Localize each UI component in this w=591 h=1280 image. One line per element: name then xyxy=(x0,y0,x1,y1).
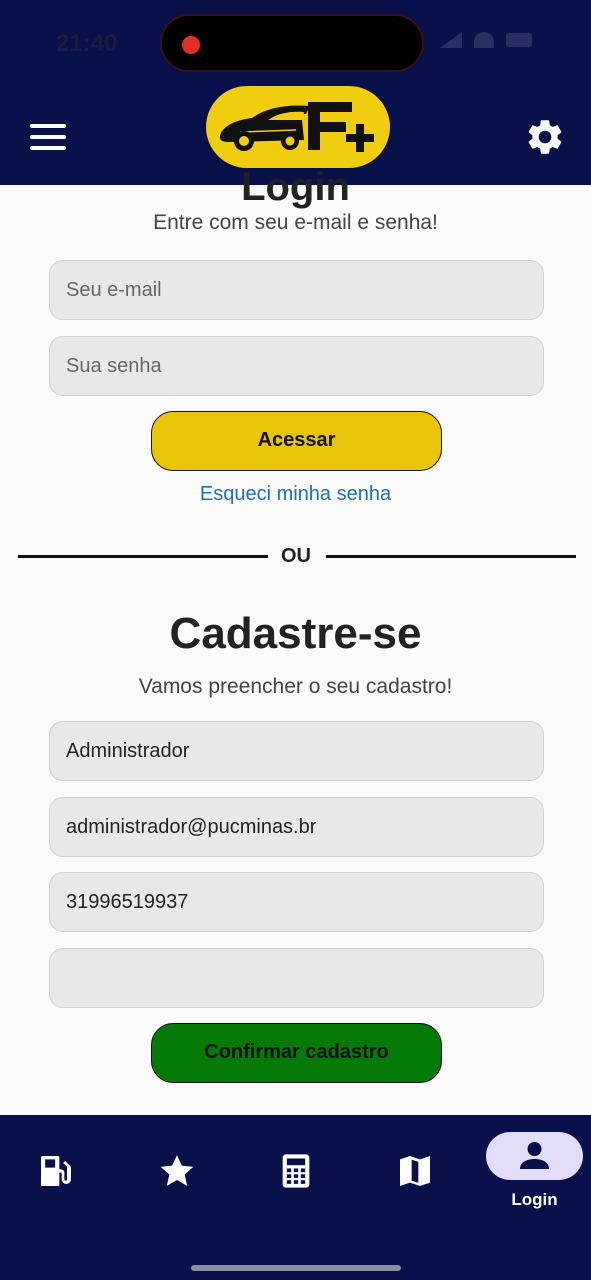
register-password-input[interactable] xyxy=(49,948,544,1008)
divider-right xyxy=(326,555,576,558)
status-bar: 21:40 xyxy=(0,0,591,90)
login-submit-button[interactable]: Acessar xyxy=(151,411,442,471)
nav-calculator[interactable] xyxy=(276,1151,336,1191)
car-logo-icon xyxy=(219,102,374,152)
login-subtitle: Entre com seu e-mail e senha! xyxy=(153,211,438,234)
register-title: Cadastre-se xyxy=(169,609,422,658)
recording-indicator-icon xyxy=(182,36,200,54)
nav-map[interactable] xyxy=(395,1151,455,1191)
bottom-nav: Login xyxy=(0,1115,591,1280)
person-icon xyxy=(520,1142,549,1169)
dynamic-island xyxy=(160,14,424,72)
divider-label: OU xyxy=(281,545,311,567)
status-icons xyxy=(440,32,532,48)
login-password-input[interactable] xyxy=(49,336,544,396)
status-time: 21:40 xyxy=(56,30,118,57)
settings-gear-icon[interactable] xyxy=(524,116,566,158)
nav-fuel[interactable] xyxy=(36,1151,96,1191)
battery-icon xyxy=(506,33,532,47)
map-icon xyxy=(400,1156,430,1186)
home-indicator[interactable] xyxy=(191,1265,401,1271)
app-logo xyxy=(206,86,390,168)
nav-favorites[interactable] xyxy=(157,1151,217,1191)
register-phone-input[interactable] xyxy=(49,872,544,932)
register-submit-button[interactable]: Confirmar cadastro xyxy=(151,1023,442,1083)
nav-login[interactable] xyxy=(486,1132,583,1180)
register-subtitle: Vamos preencher o seu cadastro! xyxy=(138,675,453,698)
nav-login-label: Login xyxy=(511,1190,558,1209)
register-email-input[interactable] xyxy=(49,797,544,857)
scroll-content[interactable]: Login Entre com seu e-mail e senha! Aces… xyxy=(0,165,591,1115)
wifi-icon xyxy=(474,32,494,48)
menu-button[interactable] xyxy=(30,122,68,152)
login-title: Login xyxy=(241,165,350,209)
app-header: 21:40 xyxy=(0,0,591,185)
calculator-icon xyxy=(282,1154,310,1188)
star-icon xyxy=(160,1155,194,1186)
login-email-input[interactable] xyxy=(49,260,544,320)
fuel-pump-icon xyxy=(41,1156,71,1186)
forgot-password-link[interactable]: Esqueci minha senha xyxy=(0,483,591,506)
signal-icon xyxy=(440,32,462,48)
divider-left xyxy=(18,555,268,558)
register-name-input[interactable] xyxy=(49,721,544,781)
